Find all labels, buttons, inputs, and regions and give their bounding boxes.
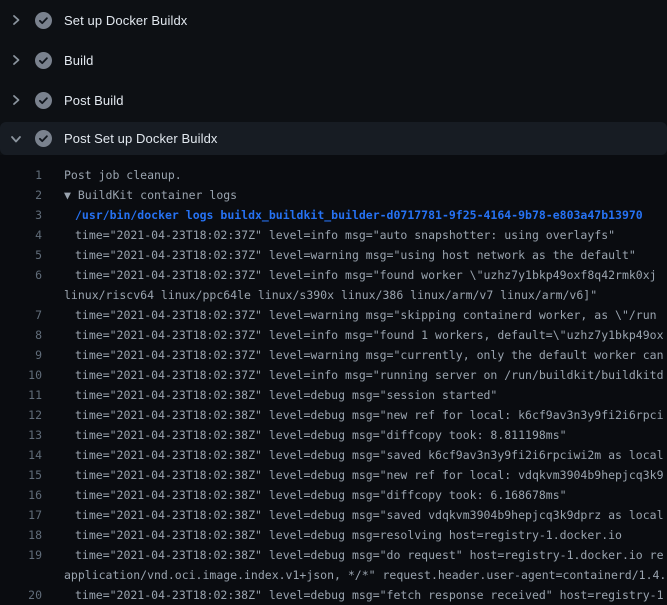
- log-row: 10 time="2021-04-23T18:02:37Z" level=info…: [0, 365, 667, 385]
- log-text: time="2021-04-23T18:02:37Z" level=info m…: [75, 225, 615, 245]
- check-circle-icon: [35, 130, 52, 147]
- log-text: time="2021-04-23T18:02:37Z" level=warnin…: [75, 245, 636, 265]
- log-text: time="2021-04-23T18:02:37Z" level=info m…: [75, 325, 664, 345]
- log-text: time="2021-04-23T18:02:38Z" level=debug …: [75, 545, 664, 565]
- line-number[interactable]: 20: [0, 585, 42, 605]
- step-header-set-up-docker-buildx[interactable]: Set up Docker Buildx: [0, 0, 667, 40]
- line-number[interactable]: 16: [0, 485, 42, 505]
- log-row: 7 time="2021-04-23T18:02:37Z" level=warni…: [0, 305, 667, 325]
- log-row: 2 ▼ BuildKit container logs: [0, 185, 667, 205]
- log-text: time="2021-04-23T18:02:38Z" level=debug …: [75, 405, 664, 425]
- chevron-right-icon[interactable]: [8, 52, 24, 68]
- step-title: Set up Docker Buildx: [64, 13, 187, 28]
- log-text: time="2021-04-23T18:02:37Z" level=info m…: [75, 265, 657, 285]
- log-text: linux/riscv64 linux/ppc64le linux/s390x …: [64, 285, 597, 305]
- log-row: 14 time="2021-04-23T18:02:38Z" level=debu…: [0, 445, 667, 465]
- line-number[interactable]: 14: [0, 445, 42, 465]
- line-number[interactable]: 8: [0, 325, 42, 345]
- log-group-toggle[interactable]: ▼ BuildKit container logs: [64, 185, 237, 205]
- log-text: time="2021-04-23T18:02:38Z" level=debug …: [75, 525, 622, 545]
- step-title: Post Set up Docker Buildx: [64, 131, 218, 146]
- check-circle-icon: [35, 52, 52, 69]
- log-row: 9 time="2021-04-23T18:02:37Z" level=warni…: [0, 345, 667, 365]
- step-header-post-build[interactable]: Post Build: [0, 80, 667, 120]
- log-row: 12 time="2021-04-23T18:02:38Z" level=debu…: [0, 405, 667, 425]
- chevron-down-icon[interactable]: [8, 131, 24, 147]
- step-title: Post Build: [64, 93, 124, 108]
- log-text: time="2021-04-23T18:02:38Z" level=debug …: [75, 445, 664, 465]
- line-number[interactable]: 15: [0, 465, 42, 485]
- log-text: time="2021-04-23T18:02:38Z" level=debug …: [75, 485, 567, 505]
- line-number[interactable]: 17: [0, 505, 42, 525]
- log-text: time="2021-04-23T18:02:38Z" level=debug …: [75, 425, 567, 445]
- line-number[interactable]: 3: [0, 205, 42, 225]
- log-command-link[interactable]: /usr/bin/docker logs buildx_buildkit_bui…: [75, 205, 643, 225]
- log-text: Post job cleanup.: [64, 165, 182, 185]
- log-row: 15 time="2021-04-23T18:02:38Z" level=debu…: [0, 465, 667, 485]
- line-number[interactable]: 6: [0, 265, 42, 285]
- log-row: 11 time="2021-04-23T18:02:38Z" level=debu…: [0, 385, 667, 405]
- chevron-right-icon[interactable]: [8, 12, 24, 28]
- line-number[interactable]: 10: [0, 365, 42, 385]
- log-row: 13 time="2021-04-23T18:02:38Z" level=debu…: [0, 425, 667, 445]
- line-number[interactable]: 18: [0, 525, 42, 545]
- line-number[interactable]: 12: [0, 405, 42, 425]
- log-text: time="2021-04-23T18:02:38Z" level=debug …: [75, 465, 664, 485]
- log-row: 16 time="2021-04-23T18:02:38Z" level=debu…: [0, 485, 667, 505]
- log-row: 20 time="2021-04-23T18:02:38Z" level=debu…: [0, 585, 667, 605]
- step-header-build[interactable]: Build: [0, 40, 667, 80]
- log-row: 18 time="2021-04-23T18:02:38Z" level=debu…: [0, 525, 667, 545]
- log-row: linux/riscv64 linux/ppc64le linux/s390x …: [0, 285, 667, 305]
- log-text: time="2021-04-23T18:02:38Z" level=debug …: [75, 585, 664, 605]
- line-number[interactable]: 4: [0, 225, 42, 245]
- log-row: 5 time="2021-04-23T18:02:37Z" level=warni…: [0, 245, 667, 265]
- log-row: 3/usr/bin/docker logs buildx_buildkit_bu…: [0, 205, 667, 225]
- line-number[interactable]: 7: [0, 305, 42, 325]
- actions-log-viewer: Set up Docker Buildx Build Post Build Po…: [0, 0, 667, 605]
- log-row: 1 Post job cleanup.: [0, 165, 667, 185]
- log-row: 8 time="2021-04-23T18:02:37Z" level=info …: [0, 325, 667, 345]
- line-number[interactable]: 19: [0, 545, 42, 565]
- log-text: time="2021-04-23T18:02:38Z" level=debug …: [75, 385, 497, 405]
- line-number[interactable]: 1: [0, 165, 42, 185]
- log-row: 17 time="2021-04-23T18:02:38Z" level=debu…: [0, 505, 667, 525]
- log-text: time="2021-04-23T18:02:37Z" level=info m…: [75, 365, 664, 385]
- line-number[interactable]: 13: [0, 425, 42, 445]
- chevron-right-icon[interactable]: [8, 92, 24, 108]
- check-circle-icon: [35, 92, 52, 109]
- step-title: Build: [64, 53, 93, 68]
- check-circle-icon: [35, 12, 52, 29]
- step-header-post-set-up-docker-buildx[interactable]: Post Set up Docker Buildx: [0, 122, 667, 155]
- line-number[interactable]: 5: [0, 245, 42, 265]
- log-row: application/vnd.oci.image.index.v1+json,…: [0, 565, 667, 585]
- line-number[interactable]: 2: [0, 185, 42, 205]
- line-number: [0, 285, 42, 305]
- log-text: time="2021-04-23T18:02:37Z" level=warnin…: [75, 345, 664, 365]
- log-text: time="2021-04-23T18:02:38Z" level=debug …: [75, 505, 664, 525]
- log-row: 6 time="2021-04-23T18:02:37Z" level=info …: [0, 265, 667, 285]
- log-row: 4 time="2021-04-23T18:02:37Z" level=info …: [0, 225, 667, 245]
- line-number[interactable]: 9: [0, 345, 42, 365]
- line-number[interactable]: 11: [0, 385, 42, 405]
- line-number: [0, 565, 42, 585]
- log-text: time="2021-04-23T18:02:37Z" level=warnin…: [75, 305, 657, 325]
- log-area: 1 Post job cleanup. 2 ▼ BuildKit container …: [0, 155, 667, 605]
- log-text: application/vnd.oci.image.index.v1+json,…: [64, 565, 666, 585]
- log-row: 19 time="2021-04-23T18:02:38Z" level=debu…: [0, 545, 667, 565]
